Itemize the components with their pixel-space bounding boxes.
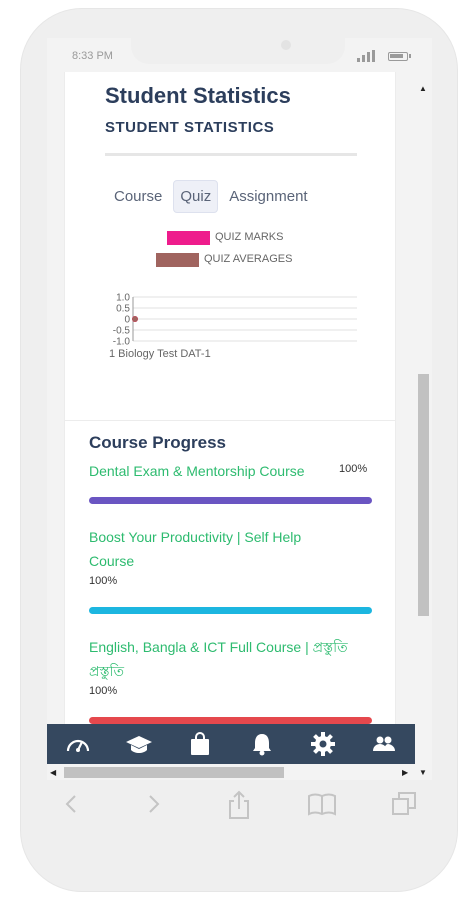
bookmarks-icon[interactable] (307, 790, 337, 818)
y-tick-label: 0.5 (116, 304, 130, 315)
scroll-up-arrow-icon[interactable]: ▲ (419, 84, 427, 93)
back-icon[interactable] (63, 790, 79, 818)
course-percent: 100% (89, 575, 118, 587)
scroll-left-arrow-icon[interactable]: ◀ (50, 768, 56, 777)
quiz-chart: 1.00.50-0.5-1.01 Biology Test DAT-1 (109, 293, 357, 360)
share-icon[interactable] (226, 790, 252, 820)
legend-label-quiz-marks: QUIZ MARKS (215, 231, 284, 243)
scroll-down-arrow-icon[interactable]: ▼ (419, 768, 427, 777)
course-link[interactable]: English, Bangla & ICT Full Course | প্রস… (89, 635, 364, 683)
y-tick-label: 0 (124, 315, 130, 326)
x-tick-label: 1 Biology Test DAT-1 (109, 348, 211, 360)
tab-assignment[interactable]: Assignment (222, 180, 314, 213)
forward-icon[interactable] (146, 790, 162, 818)
y-tick-label: -1.0 (113, 337, 131, 348)
gear-icon[interactable] (308, 729, 338, 759)
notch (131, 38, 345, 64)
shopping-bag-icon[interactable] (185, 729, 215, 759)
course-progress-bar (89, 607, 372, 614)
divider (105, 153, 357, 156)
course-link[interactable]: Boost Your Productivity | Self Help Cour… (89, 525, 349, 573)
course-percent: 100% (89, 685, 118, 697)
page-content[interactable]: Student Statistics STUDENT STATISTICS Co… (47, 72, 415, 724)
legend-label-quiz-averages: QUIZ AVERAGES (204, 253, 293, 265)
student-statistics-card: Student Statistics STUDENT STATISTICS Co… (64, 72, 396, 466)
tab-quiz[interactable]: Quiz (173, 180, 219, 213)
camera (281, 40, 291, 50)
bottom-nav (47, 724, 415, 764)
course-progress-title: Course Progress (89, 433, 226, 452)
chart-point-quiz-averages[interactable] (132, 316, 138, 322)
status-time: 8:33 PM (72, 50, 113, 62)
course-link[interactable]: Dental Exam & Mentorship Course (89, 459, 339, 483)
course-progress-card: Course Progress Dental Exam & Mentorship… (64, 420, 396, 724)
course-percent: 100% (339, 463, 368, 475)
graduation-cap-icon[interactable] (124, 729, 154, 759)
legend-swatch-quiz-marks (167, 231, 210, 245)
scroll-right-arrow-icon[interactable]: ▶ (402, 768, 408, 777)
y-tick-label: 1.0 (116, 293, 130, 304)
tab-course[interactable]: Course (107, 180, 169, 213)
course-progress-bar (89, 717, 372, 724)
battery-icon (388, 52, 411, 61)
vertical-scroll-thumb[interactable] (418, 374, 429, 616)
legend-swatch-quiz-averages (156, 253, 199, 267)
bell-icon[interactable] (247, 729, 277, 759)
y-tick-label: -0.5 (113, 326, 131, 337)
users-icon[interactable] (369, 729, 399, 759)
page-subtitle: STUDENT STATISTICS (105, 119, 275, 136)
tabs-icon[interactable] (390, 790, 418, 818)
stats-tabs: Course Quiz Assignment (107, 180, 319, 213)
horizontal-scroll-thumb[interactable] (64, 767, 284, 778)
signal-icon (357, 50, 375, 62)
page-title: Student Statistics (105, 83, 291, 108)
course-progress-bar (89, 497, 372, 504)
dashboard-gauge-icon[interactable] (63, 729, 93, 759)
